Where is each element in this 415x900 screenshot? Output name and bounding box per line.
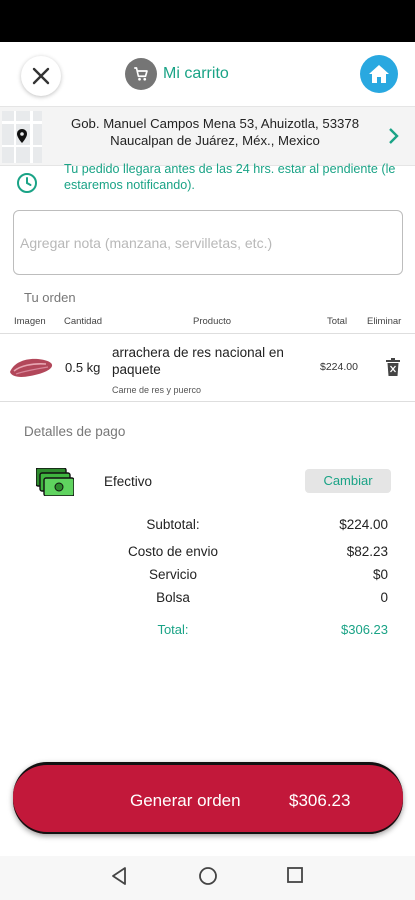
- home-nav-button[interactable]: [198, 866, 218, 891]
- bag-label: Bolsa: [156, 590, 190, 605]
- payment-method: Efectivo: [104, 474, 153, 489]
- total-label: Total:: [157, 622, 189, 637]
- payment-method-row: Efectivo Cambiar: [0, 465, 415, 499]
- cash-icon: [36, 468, 74, 496]
- delivery-notice: Tu pedido llegara antes de las 24 hrs. e…: [0, 158, 415, 198]
- item-name: arrachera de res nacional en paquete: [112, 345, 284, 377]
- summary-shipping: Costo de envio $82.23: [0, 544, 415, 562]
- item-total: $224.00: [320, 361, 358, 373]
- address-line-2: Naucalpan de Juárez, Méx., Mexico: [110, 133, 320, 148]
- bag-value: 0: [380, 590, 388, 605]
- summary-total: Total: $306.23: [0, 622, 415, 640]
- close-button[interactable]: [21, 56, 61, 96]
- item-category: Carne de res y puerco: [112, 385, 202, 395]
- delivery-address[interactable]: Gob. Manuel Campos Mena 53, Ahuizotla, 5…: [0, 106, 415, 166]
- home-icon: [369, 65, 389, 83]
- recents-square-icon: [287, 867, 303, 883]
- summary-service: Servicio $0: [0, 567, 415, 585]
- generate-order-button[interactable]: Generar orden $306.23: [13, 762, 403, 834]
- column-header-quantity: Cantidad: [64, 316, 103, 327]
- service-value: $0: [372, 567, 388, 582]
- column-header-delete: Eliminar: [367, 316, 402, 327]
- page-title: Mi carrito: [163, 65, 229, 82]
- subtotal-value: $224.00: [339, 517, 388, 532]
- note-input[interactable]: Agregar nota (manzana, servilletas, etc.…: [13, 210, 403, 275]
- note-placeholder: Agregar nota (manzana, servilletas, etc.…: [20, 235, 273, 251]
- product-image: [10, 358, 53, 377]
- address-text: Gob. Manuel Campos Mena 53, Ahuizotla, 5…: [50, 115, 380, 149]
- system-nav-bar: [0, 856, 415, 900]
- home-circle-icon: [199, 867, 217, 885]
- item-quantity: 0.5 kg: [65, 360, 101, 375]
- summary-subtotal: Subtotal: $224.00: [0, 517, 415, 535]
- shipping-label: Costo de envio: [127, 544, 219, 559]
- address-line-1: Gob. Manuel Campos Mena 53, Ahuizotla, 5…: [70, 116, 360, 131]
- trash-icon[interactable]: [386, 358, 400, 376]
- generate-order-total: $306.23: [289, 791, 351, 810]
- subtotal-label: Subtotal:: [146, 517, 200, 532]
- generate-order-label: Generar orden: [130, 791, 241, 810]
- divider: [0, 401, 415, 402]
- close-icon: [32, 67, 50, 85]
- recents-nav-button[interactable]: [286, 866, 304, 889]
- column-header-product: Producto: [193, 316, 232, 327]
- table-row: 0.5 kg arrachera de res nacional en paqu…: [0, 334, 415, 400]
- column-header-image: Imagen: [14, 316, 46, 327]
- status-bar: [0, 0, 415, 42]
- total-value: $306.23: [341, 622, 388, 637]
- location-pin-icon: [17, 129, 27, 143]
- shipping-value: $82.23: [346, 544, 388, 559]
- column-header-total: Total: [327, 316, 348, 327]
- clock-icon: [17, 173, 37, 193]
- order-section-label: Tu orden: [24, 290, 76, 305]
- cart-header: Mi carrito: [125, 58, 229, 90]
- home-button[interactable]: [360, 55, 398, 93]
- back-triangle-icon: [112, 867, 126, 885]
- back-nav-button[interactable]: [110, 866, 128, 891]
- service-label: Servicio: [148, 567, 197, 582]
- notice-text: Tu pedido llegara antes de las 24 hrs. e…: [64, 162, 396, 192]
- map-thumbnail: [2, 111, 42, 163]
- header: Mi carrito: [0, 42, 415, 106]
- payment-section-label: Detalles de pago: [24, 424, 126, 439]
- chevron-right-icon[interactable]: [388, 127, 400, 145]
- order-table-header: Imagen Cantidad Producto Total Eliminar: [0, 316, 415, 334]
- summary-bag: Bolsa 0: [0, 590, 415, 608]
- change-payment-button[interactable]: Cambiar: [305, 469, 391, 493]
- shopping-cart-icon: [125, 58, 157, 90]
